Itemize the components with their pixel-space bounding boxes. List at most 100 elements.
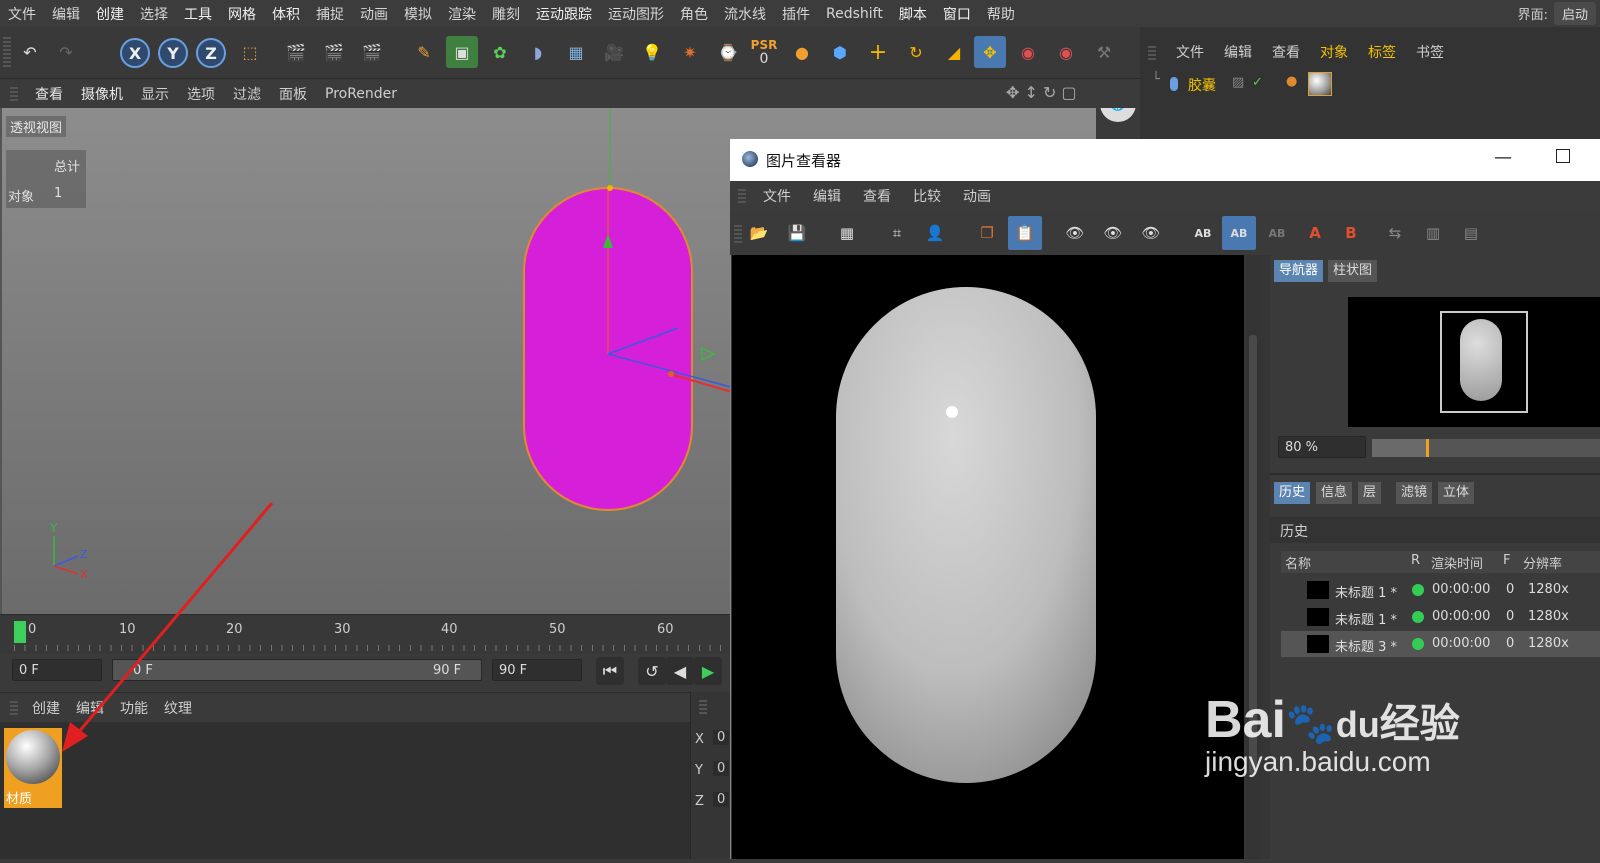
folder-open-icon: 📂 [749,224,769,242]
stereo-icon: ▤ [1463,224,1479,242]
col-r[interactable]: R [1411,553,1420,568]
split-view-button[interactable]: ▥ [1416,216,1450,250]
a-icon: A [1309,224,1321,242]
paw-icon: 🐾 [1285,702,1336,746]
copy-image-button[interactable]: ❐ [970,216,1004,250]
crop-icon: ⌗ [892,224,902,242]
history-f: 0 [1506,609,1515,624]
history-res: 1280x [1528,636,1569,651]
history-time: 00:00:00 [1432,609,1491,624]
cinema4d-logo-icon [742,151,758,167]
tab-history[interactable]: 历史 [1274,482,1311,504]
grid-icon: ▦ [839,224,855,242]
watermark-brand2: du [1335,704,1380,745]
render-done-icon [1412,584,1424,596]
divider [1270,473,1600,475]
tab-layers[interactable]: 层 [1358,482,1382,504]
baidu-watermark: Bai🐾du经验 jingyan.baidu.com [1205,690,1505,778]
history-res: 1280x [1528,609,1569,624]
rendered-image [836,287,1096,783]
pv-toolbar-grip[interactable] [734,223,742,243]
user-icon: 👤 [925,224,945,242]
grid-toggle-button[interactable]: ▦ [830,216,864,250]
stereo-view-button[interactable]: ▤ [1454,216,1488,250]
pv-menu-file[interactable]: 文件 [752,186,802,206]
tab-histogram[interactable]: 柱状图 [1328,260,1378,282]
col-name[interactable]: 名称 [1285,553,1311,572]
history-row-selected[interactable]: 未标题 3 * 00:00:00 0 1280x [1281,631,1600,657]
ab-compare-button[interactable]: AB [1186,216,1220,250]
watermark-url: jingyan.baidu.com [1205,746,1431,777]
ab-diff-button[interactable]: AB [1260,216,1294,250]
col-f[interactable]: F [1503,553,1510,568]
set-b-button[interactable]: B [1334,216,1368,250]
history-name: 未标题 3 * [1335,640,1398,655]
rendered-capsule [836,287,1096,783]
history-name: 未标题 1 * [1335,613,1398,628]
view-eye3-icon: 👁 [1141,224,1161,242]
col-render-time[interactable]: 渲染时间 [1431,553,1483,572]
pv-menu-edit[interactable]: 编辑 [802,186,852,206]
watermark-suffix: 经验 [1379,702,1460,746]
tab-info[interactable]: 信息 [1316,482,1353,504]
history-row[interactable]: 未标题 1 * 00:00:00 0 1280x [1281,604,1600,630]
zoom-slider-fill [1372,439,1426,457]
view-mode-2-button[interactable]: 👁 [1096,216,1130,250]
ab-diff-icon: AB [1268,226,1286,240]
tab-filters[interactable]: 滤镜 [1396,482,1433,504]
navigator-thumbnail-capsule [1460,319,1502,401]
history-res: 1280x [1528,582,1569,597]
open-image-button[interactable]: 📂 [742,216,776,250]
history-thumb-icon [1307,608,1329,626]
history-f: 0 [1506,582,1515,597]
clipboard-button[interactable]: 📋 [1008,216,1042,250]
picture-viewer-titlebar[interactable]: 图片查看器 — [730,139,1600,181]
clipboard-icon: 📋 [1015,224,1035,242]
copy-icon: ❐ [980,224,994,242]
minimize-icon[interactable]: — [1494,147,1512,168]
zoom-slider[interactable] [1372,439,1600,457]
render-user-button[interactable]: 👤 [918,216,952,250]
save-image-button[interactable]: 💾 [780,216,814,250]
zoom-slider-thumb[interactable] [1426,439,1429,457]
swap-ab-button[interactable]: ⇆ [1378,216,1412,250]
history-f: 0 [1506,636,1515,651]
ab-split-button[interactable]: AB [1222,216,1256,250]
pv-menu-compare[interactable]: 比较 [902,186,952,206]
view-mode-3-button[interactable]: 👁 [1134,216,1168,250]
specular-highlight [946,406,958,418]
history-row[interactable]: 未标题 1 * 00:00:00 0 1280x [1281,577,1600,603]
ab-icon: AB [1194,226,1212,240]
history-header: 历史 [1270,517,1600,543]
pv-menu-animation[interactable]: 动画 [952,186,1002,206]
tab-navigator[interactable]: 导航器 [1274,260,1324,282]
history-time: 00:00:00 [1432,636,1491,651]
navigator-preview[interactable] [1348,297,1600,427]
history-time: 00:00:00 [1432,582,1491,597]
render-canvas[interactable] [732,255,1244,859]
history-thumb-icon [1307,581,1329,599]
ab-split-icon: AB [1230,226,1248,240]
maximize-icon[interactable] [1556,149,1570,163]
save-icon: 💾 [787,224,807,242]
view-eye-icon: 👁 [1065,224,1085,242]
history-thumb-icon [1307,635,1329,653]
tab-stereo[interactable]: 立体 [1438,482,1475,504]
history-title: 历史 [1280,524,1308,540]
history-name: 未标题 1 * [1335,586,1398,601]
pv-menu-view[interactable]: 查看 [852,186,902,206]
history-columns: 名称 R 渲染时间 F 分辨率 [1281,551,1600,573]
watermark-brand: Bai [1205,691,1286,749]
render-done-icon [1412,611,1424,623]
render-done-icon [1412,638,1424,650]
zoom-field[interactable]: 80 % [1278,436,1366,458]
b-icon: B [1345,224,1357,242]
set-a-button[interactable]: A [1298,216,1332,250]
picture-viewer-title: 图片查看器 [766,152,842,170]
view-mode-1-button[interactable]: 👁 [1058,216,1092,250]
pv-menu-grip[interactable] [738,189,746,203]
region-render-button[interactable]: ⌗ [880,216,914,250]
picture-viewer-toolbar: 📂 💾 ▦ ⌗ 👤 ❐ 📋 👁 👁 👁 AB AB AB A B ⇆ ▥ ▤ [730,211,1600,255]
annotation-arrow-line [70,502,274,741]
col-resolution[interactable]: 分辨率 [1523,553,1562,572]
